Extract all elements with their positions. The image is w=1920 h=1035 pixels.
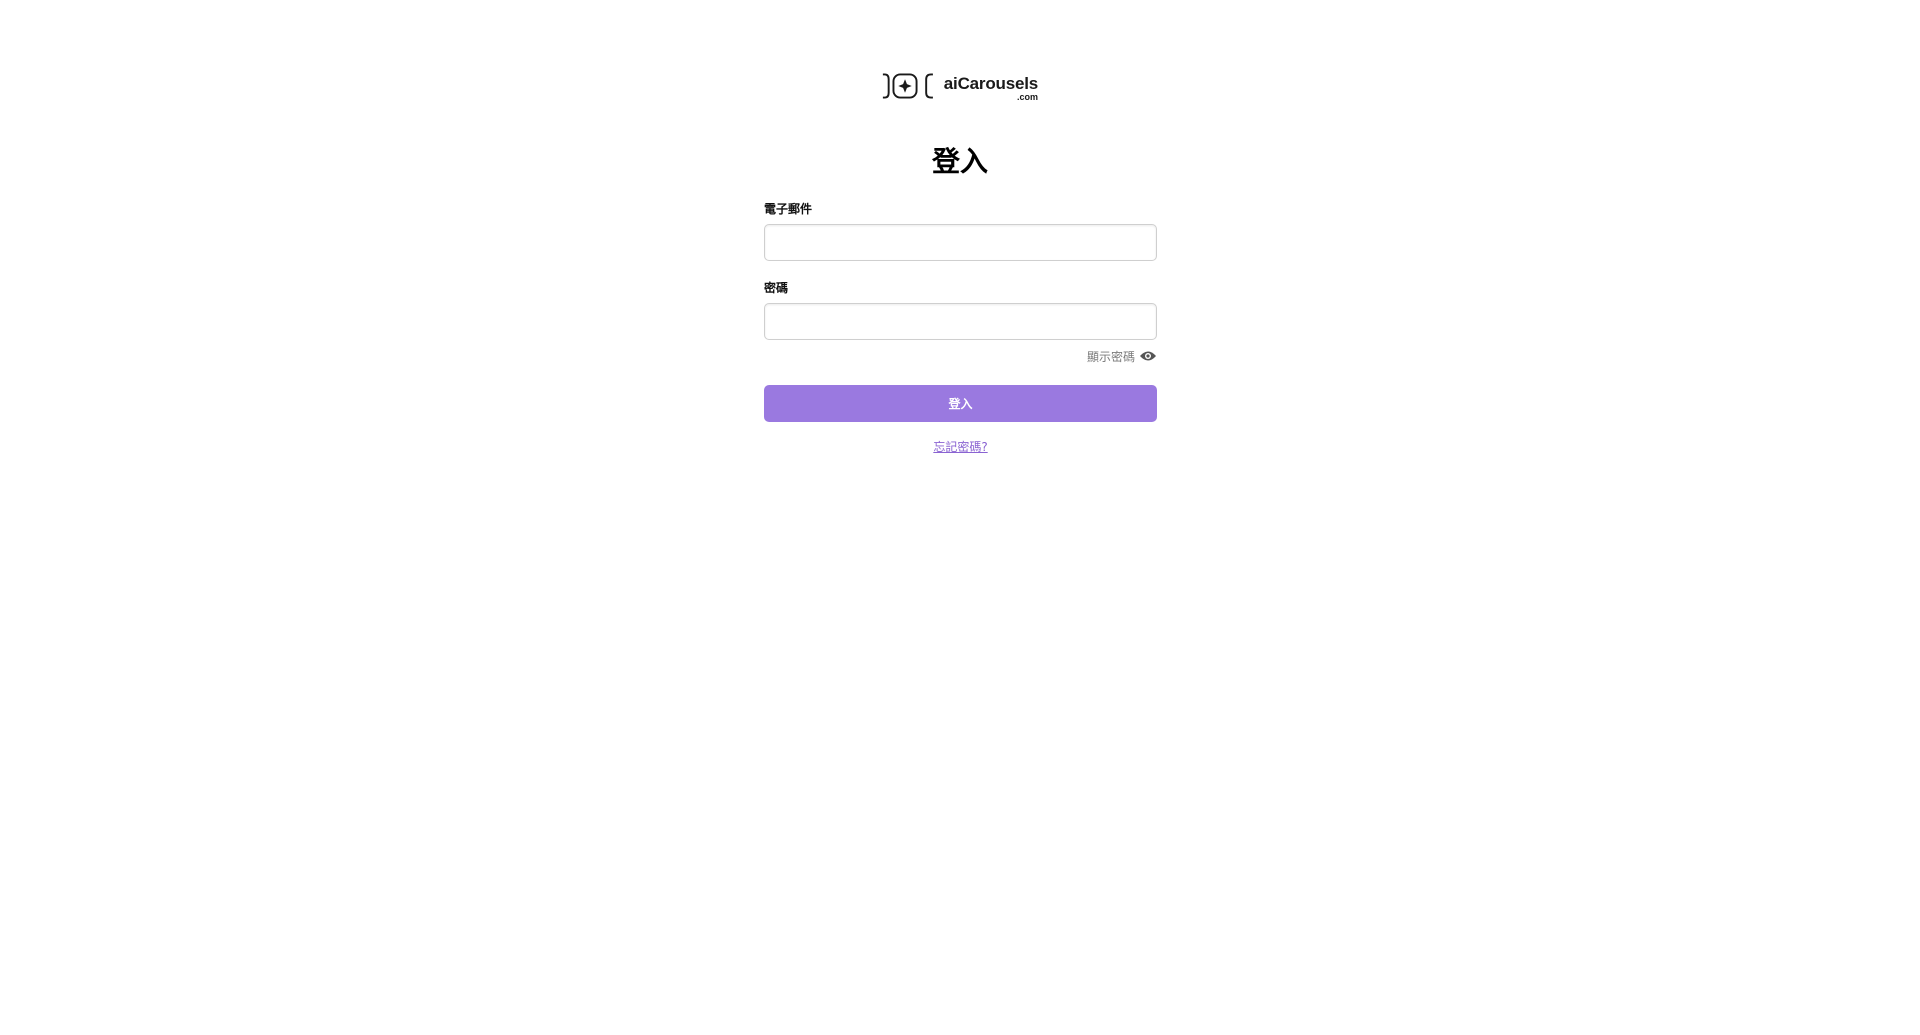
brand-logo[interactable]: aiCarousels .com [880, 68, 1040, 104]
login-page: aiCarousels .com 登入 電子郵件 密碼 顯示密碼 登入 忘記密碼… [0, 0, 1920, 1035]
password-label: 密碼 [764, 281, 789, 295]
login-button[interactable]: 登入 [764, 385, 1157, 422]
login-form: 電子郵件 密碼 顯示密碼 登入 忘記密碼? [764, 200, 1157, 455]
brand-wordmark: aiCarousels .com [944, 68, 1040, 104]
email-field[interactable] [764, 224, 1157, 261]
brand-suffix: .com [1016, 92, 1038, 102]
email-label: 電子郵件 [764, 202, 813, 216]
page-title: 登入 [931, 145, 988, 178]
show-password-toggle[interactable]: 顯示密碼 [764, 348, 1157, 364]
forgot-password-link[interactable]: 忘記密碼? [764, 438, 1157, 455]
show-password-label: 顯示密碼 [1086, 349, 1135, 364]
brand-name: aiCarousels [943, 74, 1038, 93]
carousel-sparkle-icon [882, 73, 933, 99]
eye-icon [1140, 351, 1156, 361]
password-field[interactable] [764, 303, 1157, 340]
